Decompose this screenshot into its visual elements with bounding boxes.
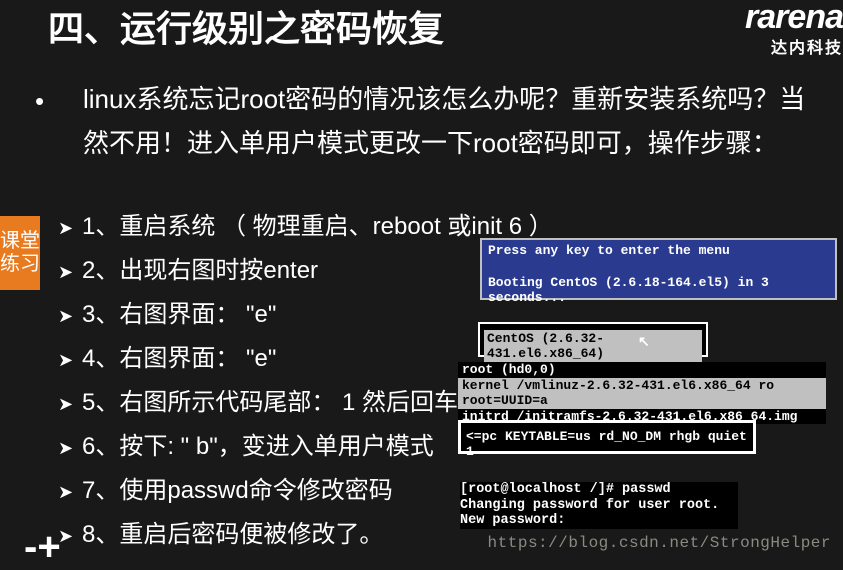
screenshot-grub-entry: CentOS (2.6.32-431.el6.x86_64) ↖ bbox=[478, 322, 708, 357]
step-text: 3、右图界面： "e" bbox=[82, 301, 276, 328]
chevron-right-icon: ➤ bbox=[58, 394, 82, 415]
step-item: ➤1、重启系统 （ 物理重启、reboot 或init 6 ） bbox=[58, 206, 553, 241]
chevron-right-icon: ➤ bbox=[58, 438, 82, 459]
boot-line2: Booting CentOS (2.6.18-164.el5) in 3 sec… bbox=[488, 276, 829, 305]
corner-decor-icon: -+ bbox=[24, 525, 61, 570]
step-item: ➤2、出现右图时按enter bbox=[58, 250, 553, 285]
step-text: 2、出现右图时按enter bbox=[82, 257, 318, 284]
side-tab-practice[interactable]: 课堂练习 bbox=[0, 216, 40, 290]
passwd-line: [root@localhost /]# passwd bbox=[460, 482, 738, 498]
step-text: 7、使用passwd命令修改密码 bbox=[82, 477, 393, 504]
chevron-right-icon: ➤ bbox=[58, 218, 82, 239]
intro-text: linux系统忘记root密码的情况该怎么办呢？重新安装系统吗？当然不用！进入单… bbox=[83, 78, 823, 165]
chevron-right-icon: ➤ bbox=[58, 482, 82, 503]
passwd-line: Changing password for user root. bbox=[460, 498, 738, 514]
slide-title: 四、运行级别之密码恢复 bbox=[48, 0, 444, 52]
chevron-right-icon: ➤ bbox=[58, 306, 82, 327]
watermark-url: https://blog.csdn.net/StrongHelper bbox=[488, 534, 831, 552]
side-tab-label: 课堂练习 bbox=[0, 230, 40, 276]
step-text: 1、重启系统 （ 物理重启、reboot 或init 6 ） bbox=[82, 213, 553, 240]
chevron-right-icon: ➤ bbox=[58, 350, 82, 371]
grub-entry-highlight: CentOS (2.6.32-431.el6.x86_64) bbox=[484, 330, 702, 362]
screenshot-boot-menu: Press any key to enter the menu Booting … bbox=[480, 238, 837, 300]
screenshot-passwd: [root@localhost /]# passwd Changing pass… bbox=[460, 482, 738, 529]
screenshot-cmdline: <=pc KEYTABLE=us rd_NO_DM rhgb quiet 1 bbox=[458, 420, 756, 454]
kernel-line: root (hd0,0) bbox=[458, 362, 826, 378]
intro-paragraph: linux系统忘记root密码的情况该怎么办呢？重新安装系统吗？当然不用！进入单… bbox=[55, 78, 823, 165]
step-text: 8、重启后密码便被修改了。 bbox=[82, 521, 383, 548]
step-text: 5、右图所示代码尾部： 1 然后回车 bbox=[82, 389, 458, 416]
brand-logo: rarena 达内科技 bbox=[745, 0, 843, 58]
step-text: 4、右图界面： "e" bbox=[82, 345, 276, 372]
boot-line1: Press any key to enter the menu bbox=[488, 244, 829, 258]
screenshot-kernel-lines: root (hd0,0) kernel /vmlinuz-2.6.32-431.… bbox=[458, 362, 826, 424]
chevron-right-icon: ➤ bbox=[58, 526, 82, 547]
logo-main: rarena bbox=[745, 0, 843, 34]
kernel-line-highlight: kernel /vmlinuz-2.6.32-431.el6.x86_64 ro… bbox=[458, 378, 826, 409]
passwd-line: New password: bbox=[460, 513, 738, 529]
chevron-right-icon: ➤ bbox=[58, 262, 82, 283]
logo-sub: 达内科技 bbox=[745, 34, 843, 58]
step-text: 6、按下: " b"，变进入单用户模式 bbox=[82, 433, 434, 460]
